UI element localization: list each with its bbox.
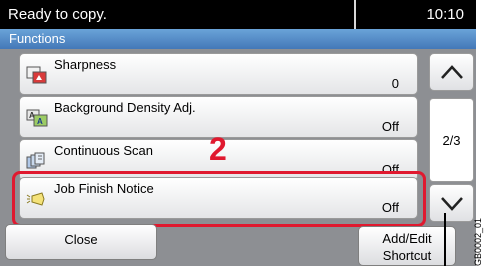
sharpness-item[interactable]: Sharpness 0 <box>19 53 418 95</box>
highlight-frame <box>12 171 426 227</box>
image-code: GB0002_01 <box>473 134 487 266</box>
status-bar: Ready to copy. 10:10 <box>0 0 476 29</box>
screen-title: Functions <box>0 29 476 49</box>
image-code-text: GB0002_01 <box>473 217 483 266</box>
page-indicator: 2/3 <box>429 98 474 182</box>
svg-text:A: A <box>37 117 43 126</box>
item-label: Background Density Adj. <box>54 100 196 115</box>
continuous-scan-icon <box>26 152 45 169</box>
item-value: Off <box>381 119 399 134</box>
close-button[interactable]: Close <box>5 224 157 260</box>
scroll-up-button[interactable] <box>429 53 474 91</box>
item-value: 0 <box>391 76 399 91</box>
shortcut-label-line1: Add/Edit <box>382 231 432 246</box>
background-density-icon: A A <box>26 109 48 127</box>
panel-frame: Ready to copy. 10:10 Functions Sharpness… <box>0 0 476 266</box>
status-message: Ready to copy. <box>0 0 356 29</box>
pointer-line <box>444 213 446 266</box>
sharpness-icon <box>26 66 47 84</box>
chevron-up-icon <box>441 65 463 79</box>
shortcut-label-line2: Shortcut <box>382 248 432 263</box>
chevron-down-icon <box>441 197 463 211</box>
scroll-down-button[interactable] <box>429 184 474 222</box>
item-label: Sharpness <box>54 57 117 72</box>
add-edit-shortcut-button[interactable]: Add/Edit Shortcut <box>358 226 456 266</box>
item-label: Continuous Scan <box>54 143 154 158</box>
step-number: 2 <box>209 131 227 167</box>
clock: 10:10 <box>426 6 464 23</box>
